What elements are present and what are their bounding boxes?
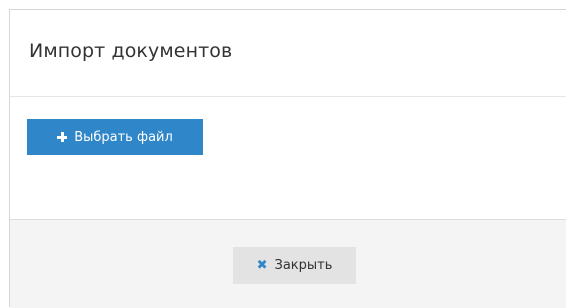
dialog-footer: ✖ Закрыть (10, 219, 566, 308)
close-icon: ✖ (256, 258, 268, 273)
dialog-header: Импорт документов (10, 10, 566, 97)
dialog-body: Выбрать файл (10, 97, 566, 219)
import-documents-dialog: Импорт документов Выбрать файл ✖ Закрыть (9, 9, 566, 308)
plus-icon (57, 132, 68, 142)
page-background: Импорт документов Выбрать файл ✖ Закрыть (0, 0, 566, 308)
choose-file-label: Выбрать файл (74, 129, 173, 145)
choose-file-button[interactable]: Выбрать файл (27, 119, 203, 155)
dialog-title: Импорт документов (29, 40, 233, 62)
close-button[interactable]: ✖ Закрыть (233, 247, 356, 284)
close-label: Закрыть (274, 258, 333, 273)
